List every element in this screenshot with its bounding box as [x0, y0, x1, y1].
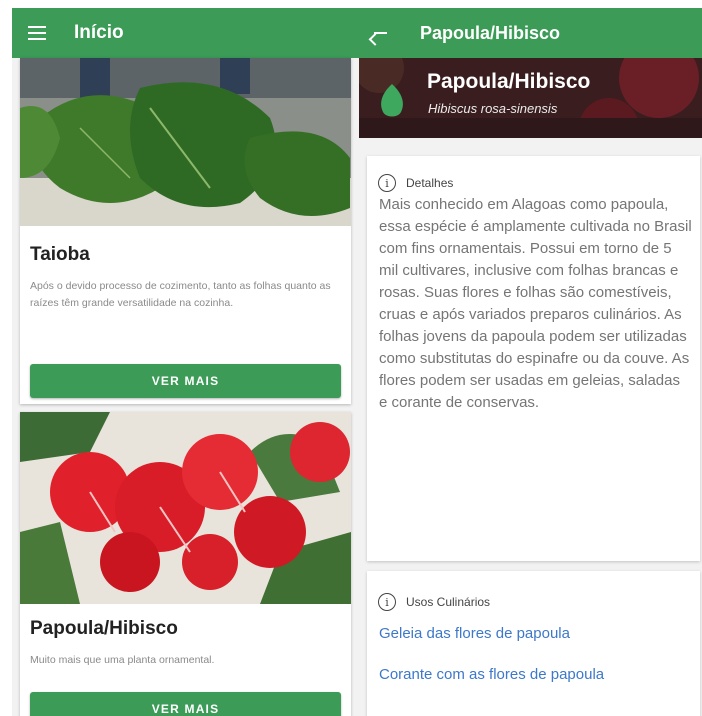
taioba-photo — [20, 58, 351, 226]
info-icon: i — [378, 174, 396, 192]
card-description: Após o devido processo de cozimento, tan… — [30, 280, 331, 309]
card-description: Muito mais que uma planta ornamental. — [30, 654, 215, 666]
back-arrow-icon[interactable] — [373, 26, 387, 40]
scientific-name: Hibiscus rosa-sinensis — [428, 101, 558, 116]
details-header: i Detalhes — [367, 174, 700, 192]
card-title: Papoula/Hibisco — [30, 618, 178, 639]
leaf-icon — [381, 84, 403, 117]
info-icon: i — [378, 593, 396, 611]
recipe-link[interactable]: Geleia das flores de papoula — [367, 625, 700, 642]
ver-mais-button[interactable]: VER MAIS — [30, 364, 341, 398]
uses-label: Usos Culinários — [406, 595, 491, 609]
details-panel: i Detalhes Mais conhecido em Alagoas com… — [367, 156, 700, 561]
recipe-link[interactable]: Corante com as flores de papoula — [367, 666, 700, 683]
app-bar: Início — [12, 8, 359, 58]
details-label: Detalhes — [406, 176, 454, 190]
plant-card-papoula: Papoula/Hibisco Muito mais que uma plant… — [20, 412, 351, 716]
plant-card-taioba: Taioba Após o devido processo de cozimen… — [20, 58, 351, 404]
ver-mais-button[interactable]: VER MAIS — [30, 692, 341, 716]
card-title: Taioba — [30, 244, 90, 265]
app-bar-title: Papoula/Hibisco — [420, 22, 561, 43]
details-text: Mais conhecido em Alagoas como papoula, … — [379, 196, 692, 411]
plant-name: Papoula/Hibisco — [427, 70, 591, 93]
list-screen: Início Taioba Após o devido processo de … — [12, 8, 359, 716]
detail-screen: Papoula/Hibisco Papoula/Hibisco Hibiscus… — [359, 8, 702, 716]
culinary-uses-panel: i Usos Culinários Geleia das flores de p… — [367, 571, 700, 716]
app-bar: Papoula/Hibisco — [359, 8, 702, 58]
hibiscus-photo — [20, 412, 351, 604]
app-bar-title: Início — [74, 22, 124, 43]
plant-header: Papoula/Hibisco Hibiscus rosa-sinensis — [359, 58, 702, 138]
uses-header: i Usos Culinários — [367, 593, 700, 611]
menu-icon[interactable] — [28, 26, 46, 40]
